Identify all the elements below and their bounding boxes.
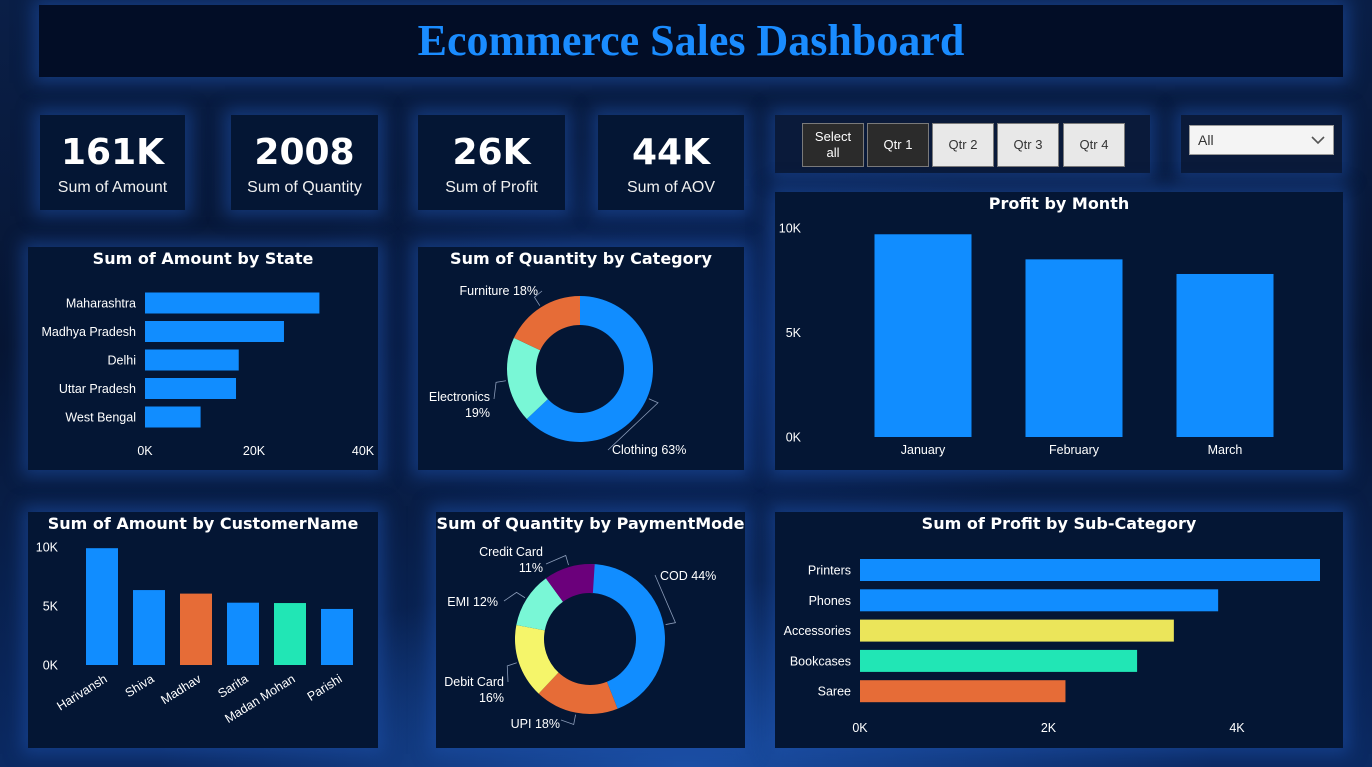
bar-accessories bbox=[860, 619, 1174, 642]
kpi-label: Sum of Quantity bbox=[247, 179, 362, 196]
bar-uttar-pradesh bbox=[145, 378, 237, 399]
slice-label: Clothing 63% bbox=[612, 443, 686, 457]
tick-label: 0K bbox=[852, 721, 868, 735]
kpi-value: 44K bbox=[632, 132, 710, 173]
tick-label: 10K bbox=[36, 541, 59, 555]
profit-by-subcategory-panel: Sum of Profit by Sub-Category Printers Ph… bbox=[775, 512, 1343, 748]
bar-maharashtra bbox=[145, 292, 320, 314]
tick-label: 0K bbox=[137, 444, 153, 458]
category-label: Bookcases bbox=[790, 654, 851, 668]
quantity-by-category-chart: Clothing 63% Electronics 19% Furniture 18% bbox=[429, 284, 687, 457]
category-label: Madhav bbox=[158, 671, 204, 707]
kpi-label: Sum of Profit bbox=[445, 179, 538, 196]
slicer-button-qtr-1[interactable]: Qtr 1 bbox=[867, 123, 929, 167]
dashboard-title: Ecommerce Sales Dashboard bbox=[417, 16, 965, 65]
bar-shiva bbox=[133, 590, 165, 665]
category-label: Maharashtra bbox=[66, 297, 136, 311]
slice-furniture bbox=[513, 296, 580, 351]
profit-by-month-chart: January February March 0K 5K 10K bbox=[779, 222, 1274, 457]
slice-label: EMI 12% bbox=[447, 595, 498, 609]
category-label: Shiva bbox=[123, 672, 157, 700]
dropdown-slicer: All bbox=[1181, 115, 1342, 173]
category-label: Uttar Pradesh bbox=[59, 382, 136, 396]
slicer-button-select-all[interactable]: Select all bbox=[802, 123, 864, 167]
amount-by-state-chart: Maharashtra Madhya Pradesh Delhi Uttar Prad… bbox=[41, 292, 375, 458]
kpi-value: 26K bbox=[452, 132, 531, 173]
leader-line bbox=[545, 554, 569, 566]
quarter-slicer: Select all Qtr 1 Qtr 2 Qtr 3 Qtr 4 bbox=[775, 115, 1150, 173]
amount-by-customer-chart: Harivansh Shiva Madhav SaritaMadan Mohan Par… bbox=[36, 541, 353, 726]
chevron-down-icon bbox=[1311, 136, 1325, 145]
slicer-button-qtr-4[interactable]: Qtr 4 bbox=[1063, 123, 1125, 167]
bar-madhav bbox=[180, 593, 212, 665]
amount-by-state-panel: Sum of Amount by State Maharashtra Madhya… bbox=[28, 247, 378, 470]
category-label: February bbox=[1049, 443, 1100, 457]
slice-label: Furniture 18% bbox=[459, 284, 538, 298]
kpi-label: Sum of Amount bbox=[57, 179, 168, 196]
slice-label: COD 44% bbox=[660, 569, 716, 583]
tick-label: 20K bbox=[243, 444, 266, 458]
bar-west-bengal bbox=[145, 406, 201, 428]
tick-label: 5K bbox=[786, 326, 802, 340]
dropdown-value: All bbox=[1198, 132, 1214, 148]
category-label: March bbox=[1208, 443, 1243, 457]
profit-by-month-panel: Profit by Month January February March 0K 5K… bbox=[775, 192, 1343, 470]
filter-dropdown[interactable]: All bbox=[1189, 125, 1334, 155]
category-label: Delhi bbox=[108, 354, 137, 368]
leader-line bbox=[506, 662, 517, 683]
kpi-card-quantity: 2008 Sum of Quantity bbox=[231, 115, 378, 210]
profit-by-subcategory-chart: Printers Phones Accessories Bookcases Saree 0… bbox=[784, 559, 1320, 735]
tick-label: 40K bbox=[352, 444, 375, 458]
kpi-value: 161K bbox=[60, 132, 165, 173]
category-label: Parishi bbox=[305, 672, 345, 704]
tick-label: 2K bbox=[1041, 721, 1057, 735]
slice-label: Debit Card 16% bbox=[444, 675, 504, 705]
tick-label: 4K bbox=[1229, 721, 1245, 735]
kpi-card-amount: 161K Sum of Amount bbox=[40, 115, 185, 210]
category-label: Sarita bbox=[215, 672, 250, 701]
leader-line bbox=[560, 714, 576, 725]
slice-label: Electronics 19% bbox=[429, 390, 490, 420]
tick-label: 10K bbox=[779, 222, 802, 236]
bar-bookcases bbox=[860, 649, 1138, 672]
kpi-card-profit: 26K Sum of Profit bbox=[418, 115, 565, 210]
tick-label: 0K bbox=[43, 659, 59, 673]
slicer-button-qtr-2[interactable]: Qtr 2 bbox=[932, 123, 994, 167]
leader-line bbox=[503, 591, 526, 602]
category-label: Madhya Pradesh bbox=[41, 325, 136, 339]
slice-label: UPI 18% bbox=[511, 717, 560, 731]
amount-by-customer-panel: Sum of Amount by CustomerName Harivansh S… bbox=[28, 512, 378, 748]
quantity-by-payment-chart: COD 44% UPI 18% Debit Card 16% EMI 12% Credit… bbox=[444, 545, 716, 731]
slicer-button-qtr-3[interactable]: Qtr 3 bbox=[997, 123, 1059, 167]
slice-label: Credit Card 11% bbox=[479, 545, 543, 575]
tick-label: 5K bbox=[43, 600, 59, 614]
kpi-card-aov: 44K Sum of AOV bbox=[598, 115, 744, 210]
bar-printers bbox=[860, 559, 1320, 581]
quantity-by-category-panel: Sum of Quantity by Category Clothing 63%… bbox=[418, 247, 744, 470]
bar-delhi bbox=[145, 349, 239, 371]
bar-phones bbox=[860, 589, 1219, 612]
category-label: Printers bbox=[808, 564, 851, 578]
leader-line bbox=[493, 380, 506, 400]
kpi-value: 2008 bbox=[254, 132, 355, 173]
bar-madan-mohan bbox=[274, 603, 306, 665]
bar-january bbox=[874, 234, 972, 437]
category-label: January bbox=[901, 443, 946, 457]
bar-saree bbox=[860, 680, 1066, 703]
category-label: Harivansh bbox=[54, 672, 109, 714]
title-bar: Ecommerce Sales Dashboard bbox=[39, 5, 1343, 77]
bar-march bbox=[1176, 273, 1274, 437]
bar-parishi bbox=[321, 608, 353, 665]
kpi-label: Sum of AOV bbox=[626, 179, 716, 196]
bar-february bbox=[1025, 259, 1123, 437]
tick-label: 0K bbox=[786, 431, 802, 445]
category-label: West Bengal bbox=[65, 411, 136, 425]
category-label: Accessories bbox=[784, 624, 851, 638]
bar-madhya-pradesh bbox=[145, 321, 284, 342]
bar-harivansh bbox=[86, 548, 118, 665]
category-label: Phones bbox=[809, 594, 851, 608]
category-label: Saree bbox=[818, 685, 851, 699]
bar-sarita bbox=[227, 602, 259, 665]
quantity-by-payment-panel: Sum of Quantity by PaymentMode COD 44% UP… bbox=[436, 512, 745, 748]
